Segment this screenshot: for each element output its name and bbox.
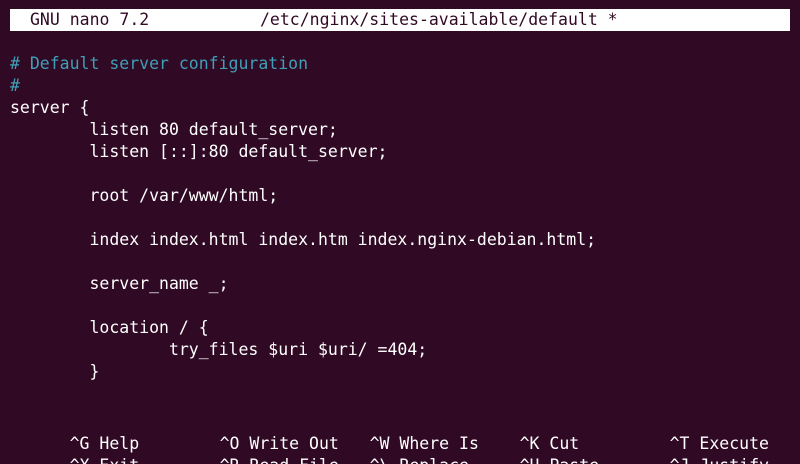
editor-line[interactable]: listen [::]:80 default_server;: [10, 141, 790, 163]
editor-line[interactable]: location / {: [10, 317, 790, 339]
terminal-window: GNU nano 7.2 /etc/nginx/sites-available/…: [0, 0, 800, 464]
shortcut-cut[interactable]: ^K Cut: [460, 411, 580, 453]
editor-line[interactable]: }: [10, 361, 790, 383]
shortcut-where-is[interactable]: ^W Where Is: [310, 411, 479, 453]
editor-line[interactable]: server_name _;: [10, 273, 790, 295]
editor-line[interactable]: server {: [10, 97, 790, 119]
editor-line[interactable]: root /var/www/html;: [10, 185, 790, 207]
shortcut-label: Justify: [699, 456, 769, 464]
shortcut-key: ^R: [220, 456, 240, 464]
file-path: /etc/nginx/sites-available/default *: [260, 10, 618, 29]
editor-line[interactable]: index index.html index.htm index.nginx-d…: [10, 229, 790, 251]
editor-area[interactable]: # Default server configuration # server …: [10, 53, 790, 383]
shortcut-execute[interactable]: ^T Execute: [610, 411, 769, 453]
shortcut-key: ^\: [370, 456, 390, 464]
shortcut-help[interactable]: ^G Help: [10, 411, 140, 453]
shortcut-key: ^J: [670, 456, 690, 464]
nano-title-bar: GNU nano 7.2 /etc/nginx/sites-available/…: [10, 9, 790, 31]
shortcut-justify[interactable]: ^J Justify: [610, 433, 769, 464]
shortcut-paste[interactable]: ^U Paste: [460, 433, 599, 464]
shortcut-label: Exit: [99, 456, 139, 464]
editor-line[interactable]: try_files $uri $uri/ =404;: [10, 339, 790, 361]
app-name: GNU nano 7.2: [30, 10, 150, 29]
editor-line[interactable]: listen 80 default_server;: [10, 119, 790, 141]
shortcut-label: Replace: [399, 456, 469, 464]
shortcut-key: ^X: [70, 456, 90, 464]
editor-line[interactable]: #: [10, 75, 790, 97]
shortcut-bar: ^G Help ^O Write Out ^W Where Is ^K Cut …: [10, 411, 790, 464]
editor-line[interactable]: [10, 251, 790, 273]
shortcut-key: ^U: [520, 456, 540, 464]
editor-line[interactable]: [10, 207, 790, 229]
shortcut-exit[interactable]: ^X Exit: [10, 433, 140, 464]
editor-line[interactable]: # Default server configuration: [10, 53, 790, 75]
editor-line[interactable]: [10, 163, 790, 185]
shortcut-replace[interactable]: ^\ Replace: [310, 433, 469, 464]
editor-line[interactable]: [10, 295, 790, 317]
shortcut-label: Paste: [549, 456, 599, 464]
